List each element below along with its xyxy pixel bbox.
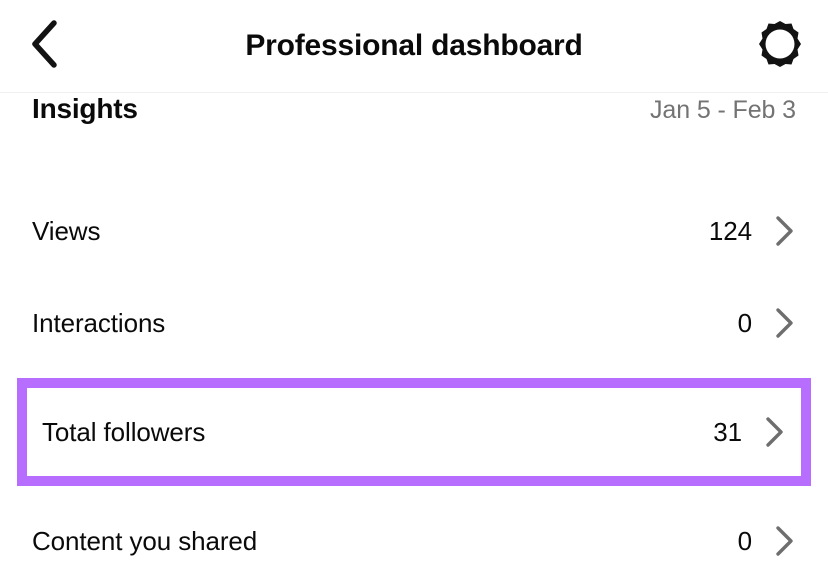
insights-row-list: Views 124 Interactions 0 Total followers… — [0, 185, 828, 587]
highlight-box: Total followers 31 — [17, 378, 811, 486]
chevron-right-icon — [774, 307, 796, 339]
row-trailing: 0 — [722, 525, 796, 557]
row-label: Interactions — [32, 307, 166, 338]
row-label: Content you shared — [32, 525, 258, 556]
app-header: Professional dashboard — [0, 0, 828, 93]
row-value: 31 — [713, 416, 742, 447]
chevron-right-icon — [764, 416, 786, 448]
insights-date-range: Jan 5 - Feb 3 — [649, 96, 796, 124]
insights-section-header: Insights Jan 5 - Feb 3 — [0, 93, 828, 185]
insights-row-total-followers[interactable]: Total followers 31 — [27, 388, 801, 476]
chevron-right-icon — [774, 525, 796, 557]
page-title: Professional dashboard — [245, 29, 583, 62]
chevron-left-icon — [29, 19, 59, 73]
row-value: 0 — [737, 525, 752, 556]
settings-button[interactable] — [754, 20, 806, 72]
row-value: 0 — [737, 307, 752, 338]
back-button[interactable] — [16, 18, 72, 74]
row-label: Total followers — [42, 416, 206, 447]
row-label: Views — [32, 215, 101, 246]
insights-title: Insights — [32, 93, 138, 124]
gear-icon — [755, 19, 805, 74]
row-trailing: 124 — [709, 215, 796, 247]
insights-row-content-you-shared[interactable]: Content you shared 0 — [0, 495, 828, 587]
row-trailing: 31 — [712, 416, 786, 448]
chevron-right-icon — [774, 215, 796, 247]
row-value: 124 — [708, 215, 752, 246]
insights-row-interactions[interactable]: Interactions 0 — [0, 277, 828, 369]
row-trailing: 0 — [722, 307, 796, 339]
professional-dashboard-screen: Professional dashboard Insights Jan 5 - … — [0, 0, 828, 580]
highlight-annotation-wrapper: Total followers 31 — [0, 369, 828, 495]
insights-row-views[interactable]: Views 124 — [0, 185, 828, 277]
